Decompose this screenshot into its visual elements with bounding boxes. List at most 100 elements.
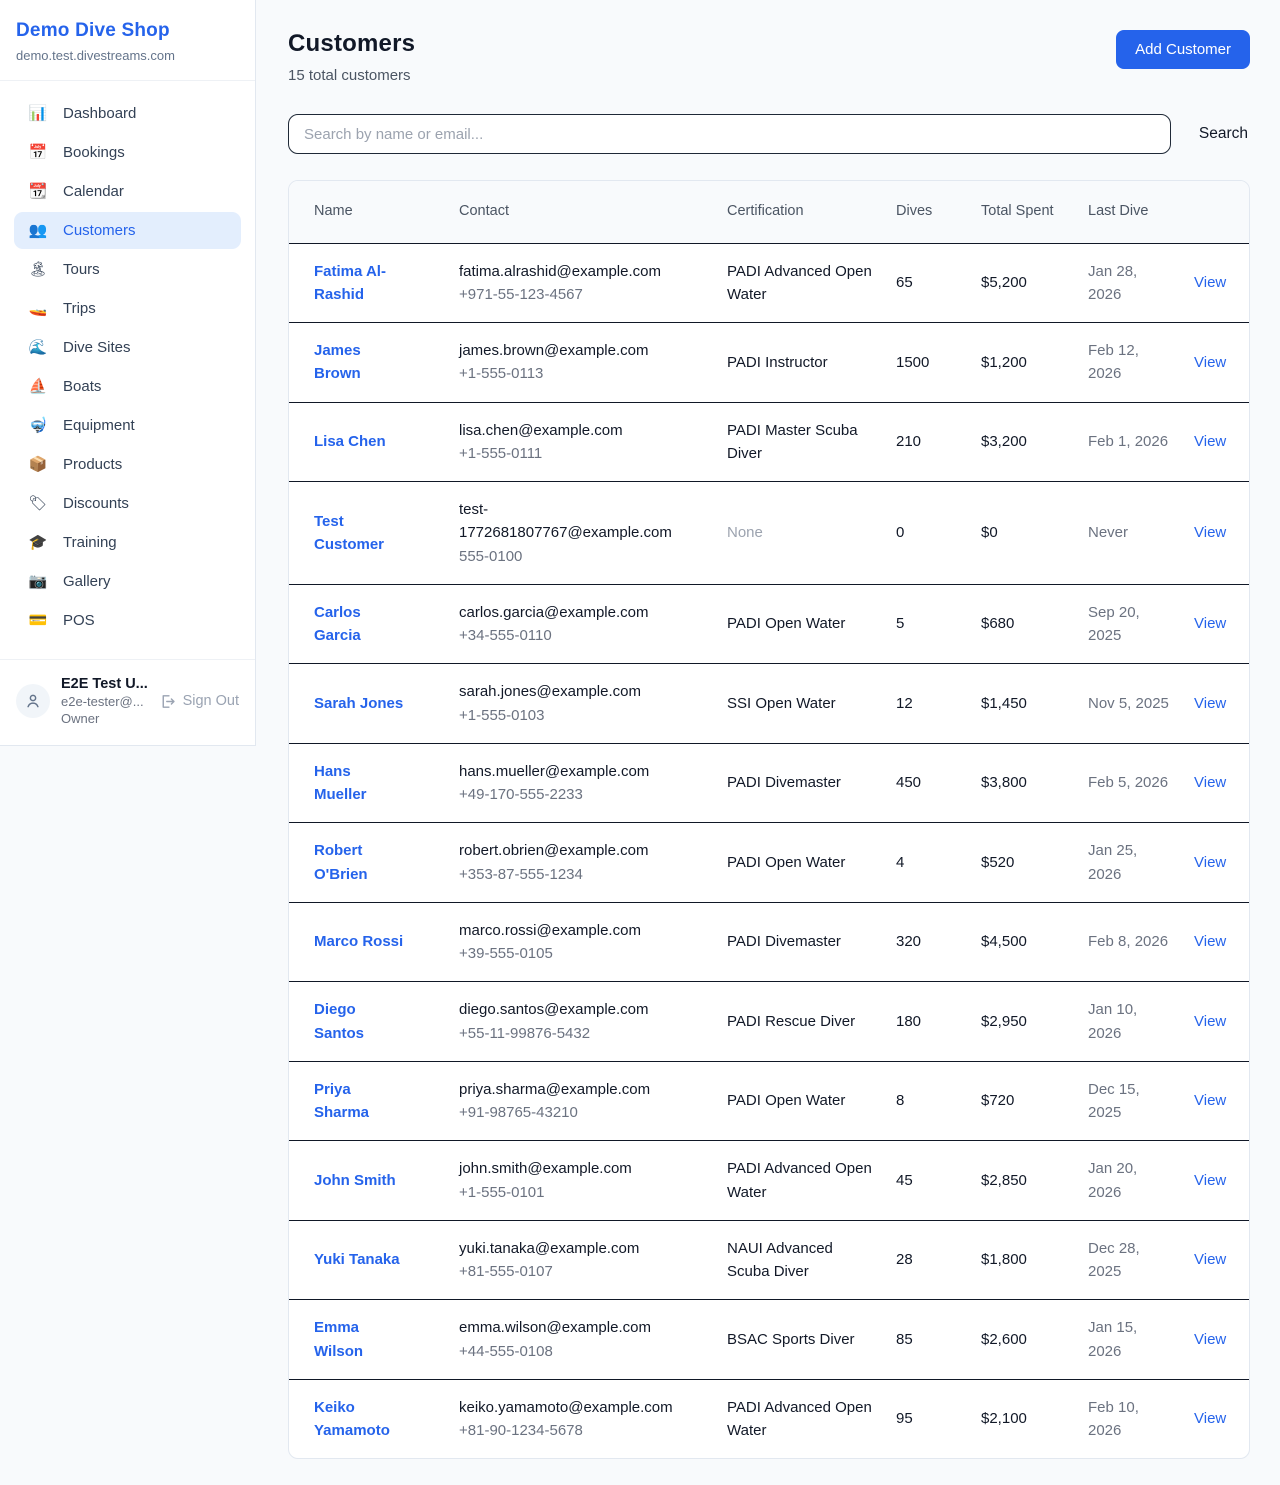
total-spent: $520 — [981, 854, 1014, 871]
customer-name-link[interactable]: John Smith — [314, 1169, 396, 1192]
graduation-cap-icon: 🎓 — [28, 535, 48, 550]
dives-count: 95 — [896, 1410, 913, 1427]
customer-name-link[interactable]: Carlos Garcia — [314, 601, 406, 648]
last-dive-date: Feb 12, 2026 — [1088, 342, 1139, 382]
view-link[interactable]: View — [1194, 1092, 1226, 1109]
search-button[interactable]: Search — [1197, 119, 1250, 149]
column-header: Contact — [447, 181, 715, 243]
customer-name-link[interactable]: Test Customer — [314, 510, 406, 557]
total-spent: $2,950 — [981, 1013, 1027, 1030]
camera-icon: 📷 — [28, 574, 48, 589]
sidebar-item-bookings[interactable]: 📅 Bookings — [14, 134, 241, 171]
customer-email: fatima.alrashid@example.com — [459, 260, 677, 283]
customer-email: robert.obrien@example.com — [459, 839, 677, 862]
sidebar-item-dashboard[interactable]: 📊 Dashboard — [14, 95, 241, 132]
view-link[interactable]: View — [1194, 615, 1226, 632]
total-spent: $720 — [981, 1092, 1014, 1109]
view-link[interactable]: View — [1194, 933, 1226, 950]
sidebar-nav: 📊 Dashboard 📅 Bookings 📆 Calendar 👥 Cust… — [0, 81, 255, 651]
certification-text: None — [727, 524, 763, 541]
contact-cell: carlos.garcia@example.com +34-555-0110 — [459, 601, 677, 648]
sidebar: Demo Dive Shop demo.test.divestreams.com… — [0, 0, 256, 746]
page-header-text: Customers 15 total customers — [288, 30, 415, 84]
sidebar-item-gallery[interactable]: 📷 Gallery — [14, 563, 241, 600]
view-link[interactable]: View — [1194, 274, 1226, 291]
view-link[interactable]: View — [1194, 1172, 1226, 1189]
view-link[interactable]: View — [1194, 1251, 1226, 1268]
customer-name-link[interactable]: Emma Wilson — [314, 1316, 406, 1363]
total-spent: $3,800 — [981, 774, 1027, 791]
customer-name-link[interactable]: Lisa Chen — [314, 430, 386, 453]
customer-name-link[interactable]: Marco Rossi — [314, 930, 403, 953]
customer-name-link[interactable]: Priya Sharma — [314, 1078, 406, 1125]
contact-cell: keiko.yamamoto@example.com +81-90-1234-5… — [459, 1396, 677, 1443]
sidebar-item-customers[interactable]: 👥 Customers — [14, 212, 241, 249]
last-dive-date: Jan 20, 2026 — [1088, 1160, 1137, 1200]
customer-name-link[interactable]: Sarah Jones — [314, 692, 403, 715]
table-row: Carlos Garcia carlos.garcia@example.com … — [289, 584, 1249, 664]
customer-phone: +49-170-555-2233 — [459, 783, 677, 806]
total-spent: $1,450 — [981, 695, 1027, 712]
main-content: Customers 15 total customers Add Custome… — [256, 0, 1280, 1459]
last-dive-date: Feb 8, 2026 — [1088, 933, 1168, 950]
total-spent: $2,100 — [981, 1410, 1027, 1427]
customer-email: keiko.yamamoto@example.com — [459, 1396, 677, 1419]
dives-count: 8 — [896, 1092, 904, 1109]
customer-phone: +34-555-0110 — [459, 624, 677, 647]
sidebar-item-tours[interactable]: 🏝 Tours — [14, 251, 241, 288]
user-name: E2E Test U... — [61, 675, 148, 694]
sidebar-item-pos[interactable]: 💳 POS — [14, 602, 241, 639]
last-dive-date: Jan 28, 2026 — [1088, 263, 1137, 303]
wave-icon: 🌊 — [28, 340, 48, 355]
customer-name-link[interactable]: Keiko Yamamoto — [314, 1396, 406, 1443]
customer-phone: +1-555-0113 — [459, 362, 677, 385]
view-link[interactable]: View — [1194, 774, 1226, 791]
view-link[interactable]: View — [1194, 1013, 1226, 1030]
sidebar-item-training[interactable]: 🎓 Training — [14, 524, 241, 561]
sidebar-item-products[interactable]: 📦 Products — [14, 446, 241, 483]
customer-name-link[interactable]: Yuki Tanaka — [314, 1248, 400, 1271]
sidebar-item-equipment[interactable]: 🤿 Equipment — [14, 407, 241, 444]
island-icon: 🏝 — [28, 262, 48, 277]
sidebar-item-dive-sites[interactable]: 🌊 Dive Sites — [14, 329, 241, 366]
column-header — [1182, 181, 1249, 243]
customer-name-link[interactable]: Fatima Al-Rashid — [314, 260, 406, 307]
calendar-date-icon: 📅 — [28, 145, 48, 160]
view-link[interactable]: View — [1194, 1410, 1226, 1427]
view-link[interactable]: View — [1194, 854, 1226, 871]
sidebar-item-calendar[interactable]: 📆 Calendar — [14, 173, 241, 210]
dives-count: 12 — [896, 695, 913, 712]
last-dive-date: Jan 10, 2026 — [1088, 1001, 1137, 1041]
customer-name-link[interactable]: Hans Mueller — [314, 760, 406, 807]
table-row: Test Customer test-1772681807767@example… — [289, 482, 1249, 585]
customer-name-link[interactable]: Robert O'Brien — [314, 839, 406, 886]
column-header: Name — [289, 181, 447, 243]
contact-cell: hans.mueller@example.com +49-170-555-223… — [459, 760, 677, 807]
dives-count: 180 — [896, 1013, 921, 1030]
certification-text: NAUI Advanced Scuba Diver — [727, 1240, 833, 1280]
sidebar-header: Demo Dive Shop demo.test.divestreams.com — [0, 0, 255, 81]
sidebar-item-discounts[interactable]: 🏷 Discounts — [14, 485, 241, 522]
last-dive-date: Feb 10, 2026 — [1088, 1399, 1139, 1439]
last-dive-date: Dec 28, 2025 — [1088, 1240, 1140, 1280]
table-row: Marco Rossi marco.rossi@example.com +39-… — [289, 902, 1249, 982]
sidebar-item-boats[interactable]: ⛵ Boats — [14, 368, 241, 405]
sidebar-item-trips[interactable]: 🚤 Trips — [14, 290, 241, 327]
customer-name-link[interactable]: James Brown — [314, 339, 406, 386]
view-link[interactable]: View — [1194, 433, 1226, 450]
sign-out-button[interactable]: Sign Out — [159, 693, 239, 710]
search-input[interactable] — [288, 114, 1171, 154]
last-dive-date: Jan 15, 2026 — [1088, 1319, 1137, 1359]
add-customer-button[interactable]: Add Customer — [1116, 30, 1250, 69]
view-link[interactable]: View — [1194, 524, 1226, 541]
view-link[interactable]: View — [1194, 1331, 1226, 1348]
avatar — [16, 684, 50, 718]
logout-icon — [159, 693, 176, 710]
customer-name-link[interactable]: Diego Santos — [314, 998, 406, 1045]
customer-phone: +1-555-0111 — [459, 442, 677, 465]
certification-text: BSAC Sports Diver — [727, 1331, 855, 1348]
user-meta: E2E Test U... e2e-tester@... Owner — [61, 675, 148, 728]
last-dive-date: Feb 1, 2026 — [1088, 433, 1168, 450]
view-link[interactable]: View — [1194, 354, 1226, 371]
view-link[interactable]: View — [1194, 695, 1226, 712]
